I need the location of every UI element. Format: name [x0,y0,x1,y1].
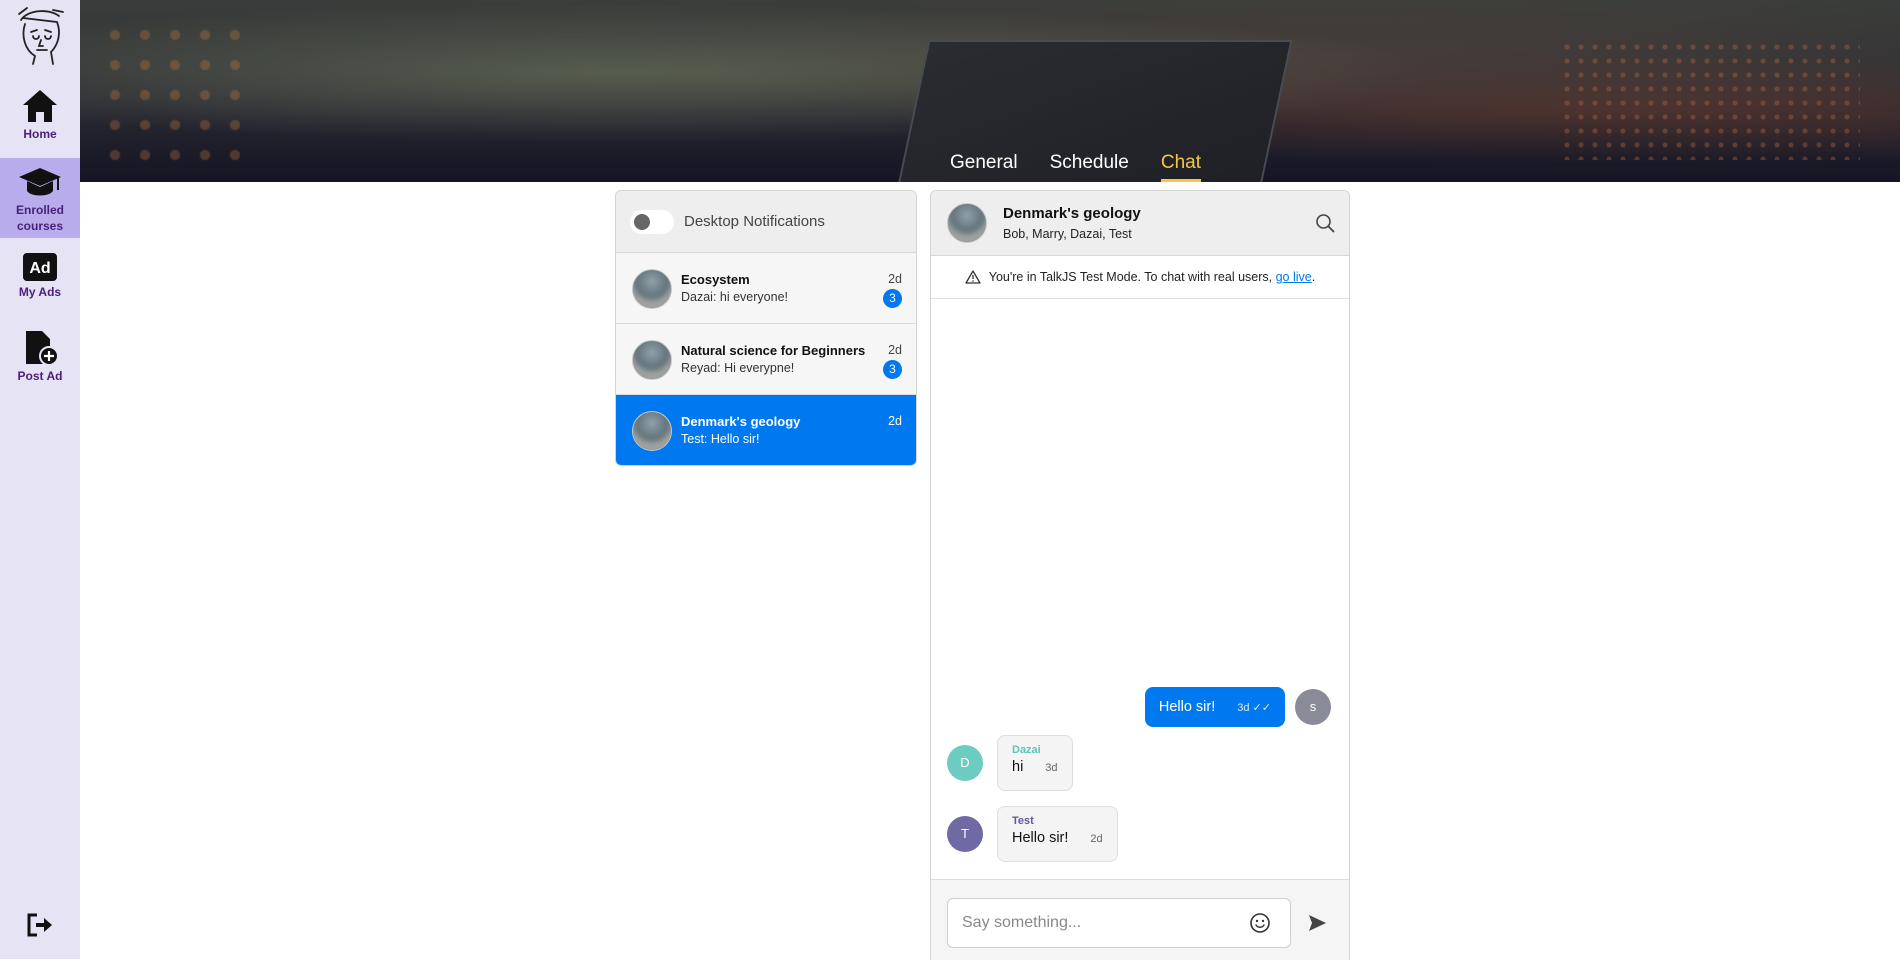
conversation-time: 2d [888,414,902,428]
test-mode-text-wrap: You're in TalkJS Test Mode. To chat with… [989,270,1315,284]
tab-chat[interactable]: Chat [1160,152,1201,182]
message-incoming: Dazai hi 3d [997,735,1073,791]
conversation-time: 2d [888,272,902,286]
message-meta: 3d ✓✓ [1237,701,1271,714]
conversation-title: Denmark's geology [681,414,801,429]
nav-home-label: Home [23,127,57,141]
unread-badge: 3 [883,289,902,308]
nav-home[interactable]: Home [0,88,80,148]
test-mode-banner: You're in TalkJS Test Mode. To chat with… [931,256,1349,299]
message-text: hi [1012,759,1024,775]
logout-icon[interactable] [26,913,54,937]
test-mode-period: . [1311,270,1316,284]
toggle-knob [634,213,650,230]
search-icon[interactable] [1315,213,1335,233]
send-icon[interactable] [1307,913,1327,933]
nav-enrolled-courses[interactable]: Enrolled courses [0,158,80,238]
message-sender: Test [1012,815,1034,827]
nav-my-ads[interactable]: Ad My Ads [0,252,80,308]
message-input[interactable]: Say something... [947,898,1291,948]
header-banner: General Schedule Chat [80,0,1900,182]
conversation-list: Desktop Notifications Ecosystem Dazai: h… [615,190,917,466]
graduation-cap-icon [19,168,61,196]
tab-schedule[interactable]: Schedule [1050,152,1129,182]
chat-avatar [947,203,987,243]
conversation-avatar [632,340,672,380]
desktop-notifications-toggle[interactable] [630,209,674,234]
chat-title: Denmark's geology [1003,205,1141,222]
ad-icon-text: Ad [29,260,50,277]
message-outgoing: Hello sir! 3d ✓✓ [1144,687,1285,727]
ad-icon: Ad [23,253,57,281]
sidebar: Home Enrolled courses Ad My Ads Post Ad [0,0,80,959]
conversation-item-ecosystem[interactable]: Ecosystem Dazai: hi everyone! 2d 3 [616,253,916,324]
emoji-icon[interactable] [1249,912,1271,934]
message-composer: Say something... [931,879,1349,960]
conversation-item-denmarks-geology[interactable]: Denmark's geology Test: Hello sir! 2d [616,395,916,465]
message-meta: 2d [1090,833,1103,845]
conversation-time: 2d [888,343,902,357]
test-mode-text: You're in TalkJS Test Mode. To chat with… [988,270,1276,284]
message-list: Hello sir! 3d ✓✓ s D Dazai hi 3d T Test H… [931,299,1349,879]
go-live-link[interactable]: go live [1276,270,1312,284]
message-incoming: Test Hello sir! 2d [997,806,1118,862]
banner-decoration [100,20,240,170]
nav-post-ad-label: Post Ad [17,369,63,383]
tab-general[interactable]: General [950,152,1018,182]
nav-post-ad[interactable]: Post Ad [0,330,80,388]
chat-participants: Bob, Marry, Dazai, Test [1003,227,1132,241]
message-meta: 3d [1045,762,1058,774]
warning-icon [965,270,981,284]
chat-panel: Denmark's geology Bob, Marry, Dazai, Tes… [930,190,1350,960]
logo-icon [18,7,64,65]
chat-header: Denmark's geology Bob, Marry, Dazai, Tes… [931,191,1349,256]
avatar: s [1295,689,1331,725]
desktop-notifications-row: Desktop Notifications [616,191,916,253]
message-text: Hello sir! [1012,830,1069,846]
nav-my-ads-label: My Ads [18,285,62,299]
conversation-item-natural-science[interactable]: Natural science for Beginners Reyad: Hi … [616,324,916,395]
desktop-notifications-label: Desktop Notifications [684,213,825,230]
conversation-last-message: Reyad: Hi everypne! [681,361,795,375]
home-icon [23,90,57,122]
file-plus-icon [26,331,59,366]
avatar: D [947,745,983,781]
tab-bar: General Schedule Chat [950,152,1201,182]
avatar: T [947,816,983,852]
conversation-avatar [632,411,672,451]
message-sender: Dazai [1012,744,1041,756]
banner-circuit-dots [1560,40,1860,160]
nav-enrolled-label-line2: courses [16,219,64,233]
conversation-title: Natural science for Beginners [681,343,866,358]
unread-badge: 3 [883,360,902,379]
nav-enrolled-label-line1: Enrolled [15,203,64,217]
message-text: Hello sir! [1158,699,1216,715]
conversation-last-message: Test: Hello sir! [681,432,760,446]
conversation-last-message: Dazai: hi everyone! [681,290,789,304]
conversation-title: Ecosystem [681,272,750,287]
conversation-avatar [632,269,672,309]
